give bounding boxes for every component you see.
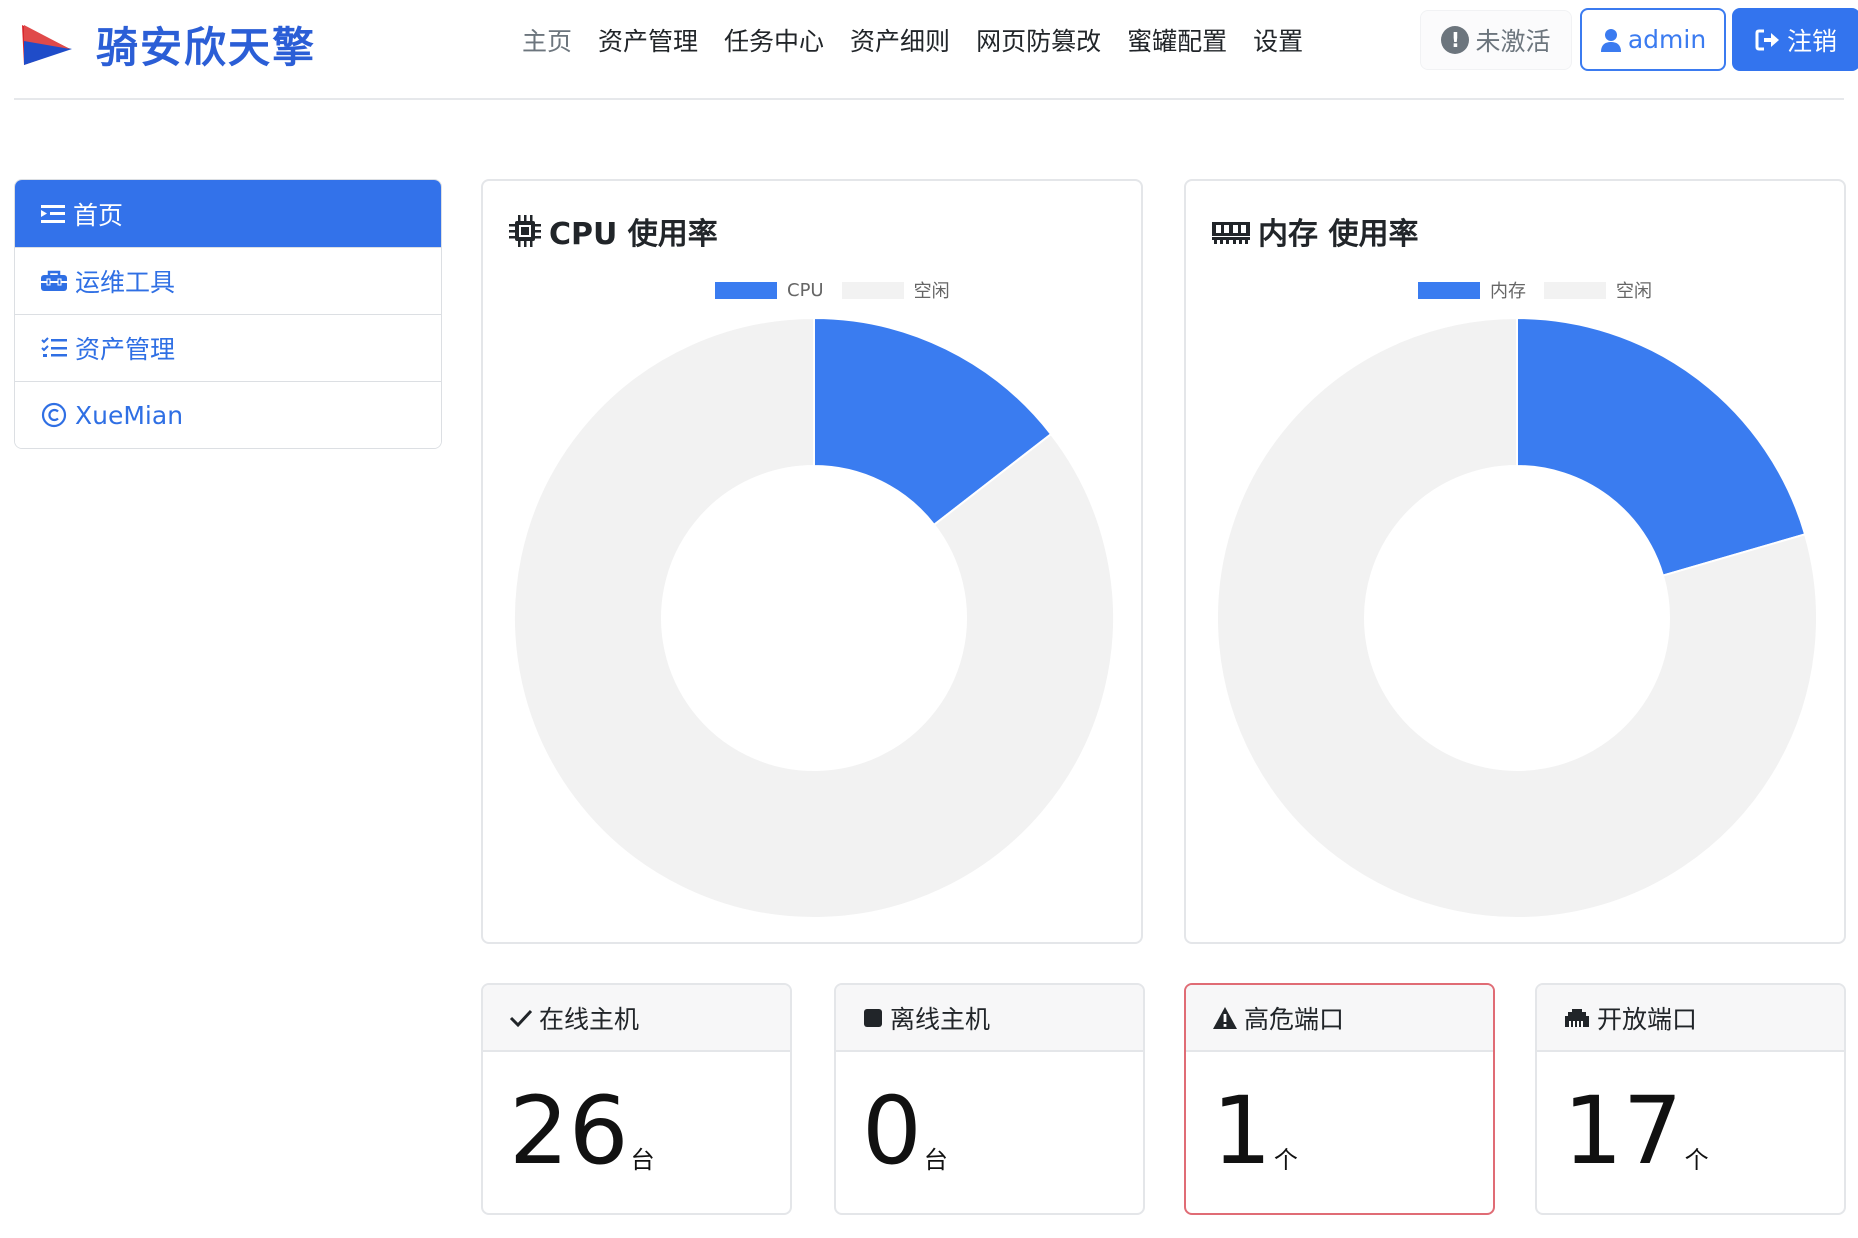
exclamation-circle-icon: ! — [1441, 26, 1470, 54]
nav-item-task-center[interactable]: 任务中心 — [724, 20, 824, 64]
main-nav: 主页 资产管理 任务中心 资产细则 网页防篡改 蜜罐配置 设置 — [522, 20, 1329, 64]
open-ports-card[interactable]: 开放端口 17 个 — [1535, 983, 1846, 1215]
toolbox-icon — [41, 270, 67, 291]
check-icon — [509, 1009, 533, 1027]
sidebar: 首页 运维工具 资产管理 XueMian — [14, 179, 442, 449]
offline-hosts-label: 离线主机 — [890, 1004, 991, 1034]
brand-title: 骑安欣天擎 — [96, 23, 317, 72]
high-risk-ports-unit: 个 — [1273, 1146, 1298, 1174]
open-ports-unit: 个 — [1684, 1146, 1709, 1174]
open-ports-label: 开放端口 — [1597, 1004, 1698, 1034]
user-button[interactable]: admin — [1580, 8, 1726, 71]
stop-square-icon — [864, 1008, 882, 1027]
online-hosts-value: 26 — [509, 1077, 629, 1186]
offline-hosts-unit: 台 — [923, 1146, 948, 1174]
ethernet-port-icon — [1565, 1008, 1589, 1027]
nav-item-honeypot-config[interactable]: 蜜罐配置 — [1127, 20, 1227, 64]
sidebar-item-label: 运维工具 — [75, 268, 176, 297]
sidebar-item-ops-tools[interactable]: 运维工具 — [15, 247, 441, 314]
sign-out-icon — [1755, 29, 1779, 50]
nav-item-asset-management[interactable]: 资产管理 — [598, 20, 698, 64]
logout-button-label: 注销 — [1786, 26, 1837, 56]
cpu-donut-chart[interactable] — [483, 181, 1145, 946]
brand[interactable]: 骑安欣天擎 — [20, 14, 316, 75]
cpu-usage-card: CPU 使用率 CPU 空闲 — [481, 179, 1143, 944]
sidebar-item-label: XueMian — [75, 400, 184, 430]
task-list-icon — [41, 337, 67, 357]
activation-status-badge[interactable]: ! 未激活 — [1420, 10, 1572, 70]
memory-donut-slice-used[interactable] — [1516, 316, 1807, 577]
nav-item-asset-details[interactable]: 资产细则 — [850, 20, 950, 64]
open-ports-value: 17 — [1563, 1077, 1683, 1186]
high-risk-ports-card[interactable]: 高危端口 1 个 — [1184, 983, 1495, 1215]
high-risk-ports-header: 高危端口 — [1186, 985, 1493, 1052]
online-hosts-unit: 台 — [630, 1146, 655, 1174]
sidebar-item-asset-management[interactable]: 资产管理 — [15, 314, 441, 381]
memory-usage-card: 内存 使用率 内存 空闲 — [1184, 179, 1846, 944]
sidebar-item-label: 首页 — [73, 200, 124, 230]
user-icon — [1600, 28, 1621, 52]
online-hosts-card[interactable]: 在线主机 26 台 — [481, 983, 792, 1215]
online-hosts-body: 26 台 — [509, 1085, 655, 1179]
user-button-label: admin — [1627, 25, 1707, 54]
warning-triangle-icon — [1213, 1006, 1237, 1029]
activation-status-label: 未激活 — [1475, 27, 1551, 56]
high-risk-ports-label: 高危端口 — [1244, 1004, 1345, 1034]
open-ports-body: 17 个 — [1563, 1085, 1709, 1179]
offline-hosts-value: 0 — [862, 1077, 922, 1186]
offline-hosts-body: 0 台 — [862, 1085, 948, 1179]
high-risk-ports-value: 1 — [1212, 1077, 1272, 1186]
flag-logo-icon — [22, 24, 72, 65]
offline-hosts-card[interactable]: 离线主机 0 台 — [834, 983, 1145, 1215]
online-hosts-label: 在线主机 — [539, 1004, 640, 1034]
nav-item-home[interactable]: 主页 — [522, 20, 572, 64]
copyright-icon — [41, 402, 67, 428]
online-hosts-header: 在线主机 — [483, 985, 790, 1052]
sidebar-item-label: 资产管理 — [75, 335, 176, 364]
indent-list-icon — [41, 204, 65, 223]
offline-hosts-header: 离线主机 — [836, 985, 1143, 1052]
open-ports-header: 开放端口 — [1537, 985, 1844, 1052]
nav-item-web-tamper-protection[interactable]: 网页防篡改 — [976, 20, 1101, 64]
high-risk-ports-body: 1 个 — [1212, 1085, 1298, 1179]
top-navbar: 骑安欣天擎 主页 资产管理 任务中心 资产细则 网页防篡改 蜜罐配置 设置 ! … — [14, 0, 1858, 100]
memory-donut-chart[interactable] — [1186, 181, 1848, 946]
logout-button[interactable]: 注销 — [1732, 8, 1858, 71]
nav-item-settings[interactable]: 设置 — [1253, 20, 1303, 64]
sidebar-item-xuemian[interactable]: XueMian — [15, 381, 441, 448]
sidebar-item-home[interactable]: 首页 — [15, 180, 441, 247]
